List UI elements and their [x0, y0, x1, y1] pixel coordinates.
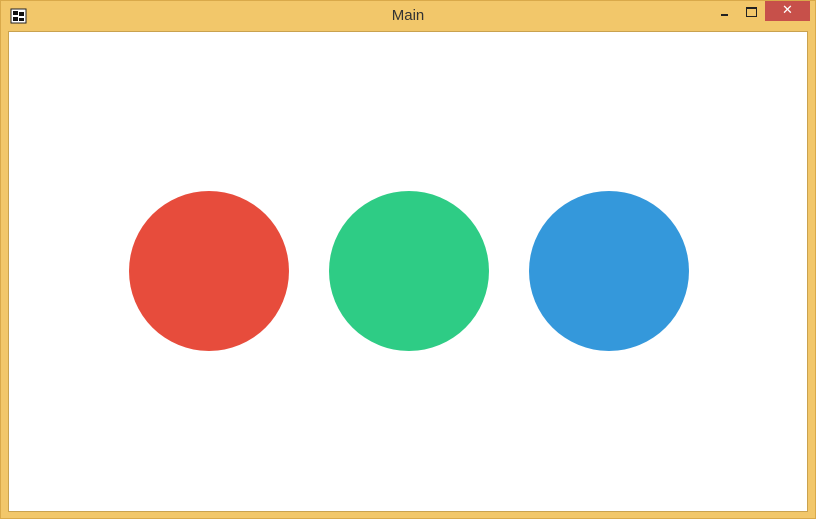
- blue-circle: [529, 191, 689, 351]
- red-circle: [129, 191, 289, 351]
- window-client-area: [8, 31, 808, 512]
- title-bar[interactable]: Main ✕: [1, 1, 815, 31]
- minimize-button[interactable]: [712, 1, 738, 21]
- maximize-button[interactable]: [738, 1, 764, 21]
- close-icon: ✕: [782, 3, 793, 18]
- close-button[interactable]: ✕: [765, 1, 810, 21]
- maximize-icon: [746, 7, 757, 17]
- minimize-icon: [721, 14, 728, 16]
- window-title: Main: [391, 7, 425, 24]
- green-circle: [329, 191, 489, 351]
- main-window: Main ✕: [0, 0, 816, 519]
